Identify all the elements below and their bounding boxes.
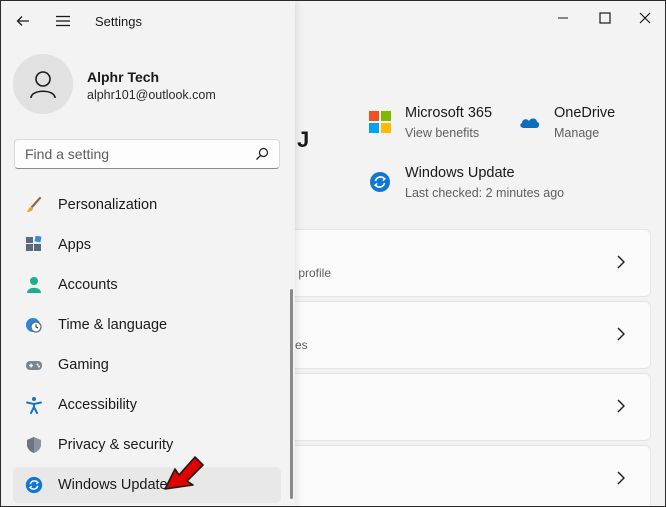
sidebar-item-label: Accessibility [58, 397, 137, 413]
chevron-right-icon [617, 399, 625, 413]
shield-icon [24, 435, 44, 455]
sidebar-item-apps[interactable]: Apps [13, 227, 281, 263]
sidebar-item-time-language[interactable]: Time & language [13, 307, 281, 343]
sidebar-scrollbar[interactable] [290, 289, 293, 499]
page-title-fragment: J [297, 127, 310, 152]
close-icon [639, 12, 651, 24]
tile-subtitle: Manage [554, 126, 600, 140]
back-arrow-icon [16, 16, 29, 26]
tile-subtitle: View benefits [405, 126, 480, 140]
maximize-button[interactable] [585, 5, 625, 31]
close-button[interactable] [625, 5, 665, 31]
sidebar: Settings Alphr Tech alphr101@outlook.com… [1, 1, 295, 506]
back-button[interactable] [11, 9, 35, 33]
chevron-right-icon [617, 471, 625, 485]
avatar[interactable] [13, 54, 73, 114]
sidebar-item-accessibility[interactable]: Accessibility [13, 387, 281, 423]
tile-title: OneDrive [554, 105, 616, 121]
title-bar: Settings [1, 1, 295, 41]
accessibility-icon [24, 395, 44, 415]
sidebar-item-label: Apps [58, 237, 92, 253]
minimize-icon [558, 17, 568, 19]
sidebar-item-windows-update[interactable]: Windows Update [13, 467, 281, 503]
sidebar-item-label: Privacy & security [58, 437, 174, 453]
microsoft-365-tile[interactable]: Microsoft 365 View benefits [369, 105, 492, 140]
apps-icon [24, 235, 44, 255]
sidebar-item-label: Time & language [58, 317, 168, 333]
settings-card[interactable] [293, 373, 651, 441]
search-input[interactable] [25, 140, 245, 168]
hamburger-icon [56, 15, 70, 27]
sidebar-item-privacy-security[interactable]: Privacy & security [13, 427, 281, 463]
app-title: Settings [95, 14, 142, 29]
search-icon[interactable] [255, 147, 269, 161]
microsoft-365-icon [369, 111, 391, 133]
sidebar-item-gaming[interactable]: Gaming [13, 347, 281, 383]
user-email: alphr101@outlook.com [87, 88, 216, 102]
maximize-icon [599, 12, 611, 24]
windows-update-tile[interactable]: Windows Update Last checked: 2 minutes a… [369, 165, 564, 200]
windows-update-icon [370, 172, 390, 192]
user-icon [30, 71, 56, 99]
settings-card[interactable] [293, 445, 651, 506]
sidebar-item-label: Personalization [58, 197, 158, 213]
chevron-right-icon [617, 255, 625, 269]
onedrive-tile[interactable]: OneDrive Manage [518, 105, 615, 140]
tile-title: Windows Update [405, 165, 515, 181]
sidebar-item-label: Windows Update [58, 477, 168, 493]
tile-subtitle: Last checked: 2 minutes ago [405, 186, 565, 200]
chevron-right-icon [617, 327, 625, 341]
search-box [14, 139, 280, 169]
gamepad-icon [24, 355, 44, 375]
menu-button[interactable] [51, 9, 75, 33]
windows-update-icon [24, 475, 44, 495]
sidebar-item-label: Gaming [58, 357, 109, 373]
clock-globe-icon [24, 315, 44, 335]
sidebar-item-accounts[interactable]: Accounts [13, 267, 281, 303]
user-name: Alphr Tech [87, 69, 160, 85]
card-subtitle: y profile [289, 266, 332, 280]
accounts-icon [24, 275, 44, 295]
settings-card[interactable]: ces [289, 301, 651, 369]
main-content: J Microsoft 365 View benefits OneDrive M… [289, 1, 665, 506]
sidebar-item-personalization[interactable]: Personalization [13, 187, 281, 223]
annotation-arrow-icon [164, 456, 204, 490]
settings-window: J Microsoft 365 View benefits OneDrive M… [0, 0, 666, 507]
onedrive-icon [520, 118, 540, 128]
paintbrush-icon [24, 195, 44, 215]
sidebar-item-label: Accounts [58, 277, 118, 293]
tile-title: Microsoft 365 [405, 105, 493, 121]
minimize-button[interactable] [543, 5, 583, 31]
settings-card[interactable]: y profile [289, 229, 651, 297]
